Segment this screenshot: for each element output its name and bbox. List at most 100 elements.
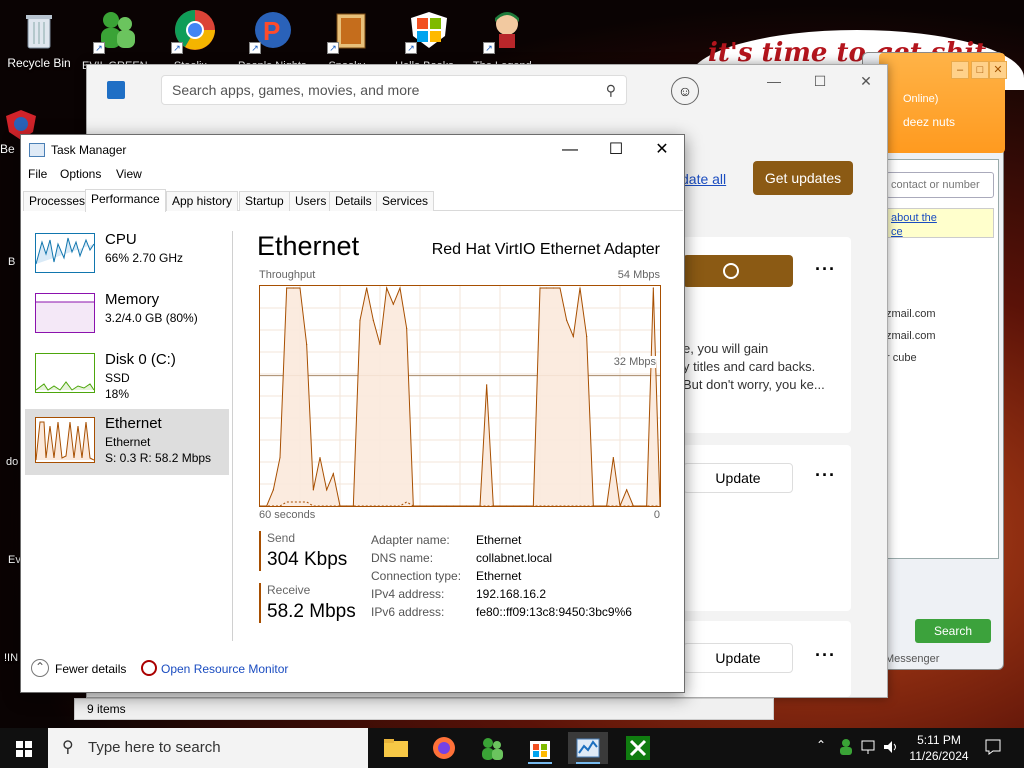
firefox-icon	[433, 737, 455, 759]
throughput-point	[272, 489, 274, 491]
throughput-point	[546, 287, 548, 289]
tab-details[interactable]: Details	[329, 191, 378, 211]
menu-view[interactable]: View	[116, 167, 142, 181]
update-button-1[interactable]: Update	[683, 463, 793, 493]
taskbar-file-explorer[interactable]	[376, 732, 416, 764]
throughput-point	[306, 343, 308, 346]
info-link[interactable]: about the ce	[886, 208, 994, 238]
tab-processes[interactable]: Processes	[23, 191, 92, 211]
info-value-dns: collabnet.local	[476, 551, 553, 565]
minimize-button[interactable]: —	[547, 139, 593, 161]
info-value-ipv6: fe80::ff09:13c8:9450:3bc9%6	[476, 605, 632, 619]
volume-icon[interactable]	[882, 738, 900, 759]
messenger-footer: Messenger	[885, 653, 940, 665]
desktop-shortcut-6[interactable]: ↗ The Legend...	[472, 4, 542, 70]
contact-search-input[interactable]: contact or number	[886, 172, 994, 198]
throughput-point	[612, 456, 614, 459]
tray-messenger-icon[interactable]	[838, 738, 854, 759]
desktop-shortcut-1[interactable]: ↗ EVIL GREEN...	[82, 4, 152, 70]
network-icon[interactable]	[860, 738, 878, 759]
taskbar-xbox[interactable]	[618, 732, 658, 764]
contact-item-3[interactable]: r cube	[886, 352, 917, 364]
throughput-point	[292, 287, 294, 289]
desktop-shortcut-4[interactable]: ↗ Spooky...	[316, 4, 386, 70]
tab-startup[interactable]: Startup	[239, 191, 290, 211]
desktop-shortcut-5[interactable]: ↗ Hello Books...	[394, 4, 464, 70]
maximize-button[interactable]: □	[971, 61, 989, 79]
close-button[interactable]: ✕	[989, 61, 1007, 79]
disk-thumbnail-graph	[35, 353, 95, 393]
taskbar-search-box[interactable]: ⚲ Type here to search	[48, 728, 368, 768]
sidebar-item-cpu[interactable]: CPU 66% 2.70 GHz	[25, 225, 229, 289]
start-button[interactable]	[0, 728, 48, 768]
task-manager-footer: ⌃ Fewer details Open Resource Monitor	[29, 657, 679, 681]
system-clock[interactable]: 5:11 PM 11/26/2024	[906, 732, 972, 764]
open-resource-monitor-link[interactable]: Open Resource Monitor	[161, 662, 288, 676]
sidebar-item-memory[interactable]: Memory 3.2/4.0 GB (80%)	[25, 285, 229, 349]
clock-time: 5:11 PM	[917, 733, 961, 747]
more-options-button[interactable]: ···	[815, 259, 836, 280]
chrome-icon: ↗	[171, 8, 217, 54]
explorer-status-bar: 9 items	[74, 698, 774, 720]
close-button[interactable]: ✕	[639, 139, 685, 161]
throughput-point	[432, 505, 434, 507]
notifications-icon[interactable]	[984, 738, 1002, 759]
tab-performance[interactable]: Performance	[85, 189, 166, 212]
maximize-button[interactable]: ☐	[805, 73, 835, 93]
throughput-point	[319, 456, 321, 459]
desktop-shortcut-3[interactable]: P↗ People Nights...	[238, 4, 308, 70]
throughput-graph: 32 Mbps	[259, 285, 661, 508]
throughput-point	[366, 287, 368, 289]
throughput-point	[386, 287, 388, 289]
chevron-up-icon[interactable]: ⌃	[31, 659, 49, 677]
account-avatar[interactable]: ☺	[671, 77, 699, 105]
contact-email-1[interactable]: zmail.com	[886, 308, 936, 320]
store-search-input[interactable]: Search apps, games, movies, and more ⚲	[161, 75, 627, 105]
zero-label: 0	[653, 509, 660, 521]
info-label-adapter: Adapter name:	[371, 533, 450, 547]
throughput-point	[472, 505, 474, 507]
title-bar[interactable]: Task Manager — ☐ ✕	[21, 135, 684, 165]
more-options-button-3[interactable]: ···	[815, 645, 836, 666]
info-value-adapter: Ethernet	[476, 533, 522, 547]
chevron-up-icon[interactable]: ⌃	[816, 738, 826, 752]
fewer-details-button[interactable]: Fewer details	[55, 662, 126, 676]
taskbar-store[interactable]	[520, 732, 560, 764]
desktop-shortcut-2[interactable]: ↗ Steelix...	[160, 4, 230, 70]
taskbar-firefox[interactable]	[424, 732, 464, 764]
task-manager-icon	[29, 143, 45, 157]
menu-options[interactable]: Options	[60, 167, 101, 181]
update-all-link[interactable]: date all	[681, 171, 726, 187]
minimize-button[interactable]: —	[759, 73, 789, 93]
menu-file[interactable]: File	[28, 167, 47, 181]
more-options-button-2[interactable]: ···	[815, 465, 836, 486]
task-manager-window[interactable]: Task Manager — ☐ ✕ File Options View Pro…	[20, 134, 685, 693]
maximize-button[interactable]: ☐	[593, 139, 639, 161]
recycle-bin-icon[interactable]: Recycle Bin	[0, 4, 78, 70]
update-button-2[interactable]: Update	[683, 643, 793, 673]
messenger-search-button[interactable]: Search	[915, 619, 991, 643]
search-icon[interactable]: ⚲	[606, 82, 616, 99]
throughput-point	[406, 327, 408, 329]
folder-icon	[384, 739, 408, 757]
tab-app-history[interactable]: App history	[166, 191, 239, 211]
taskbar-messenger[interactable]	[472, 732, 512, 764]
throughput-point	[446, 505, 448, 507]
desktop-left-label-3: do	[6, 456, 19, 468]
download-progress-button[interactable]	[683, 255, 793, 287]
contact-email-2[interactable]: zmail.com	[886, 330, 936, 342]
close-button[interactable]: ✕	[851, 73, 881, 93]
minimize-button[interactable]: –	[951, 61, 969, 79]
status-text: Online)	[903, 93, 939, 105]
taskbar: ⚲ Type here to search ⌃ 5:11 PM 11/26/20…	[0, 728, 1024, 768]
resource-monitor-icon	[141, 660, 157, 676]
sidebar-item-disk[interactable]: Disk 0 (C:) SSD 18%	[25, 345, 229, 409]
throughput-point	[566, 319, 568, 321]
get-updates-button[interactable]: Get updates	[753, 161, 853, 195]
tab-users[interactable]: Users	[289, 191, 333, 211]
character-icon: ↗	[483, 8, 529, 54]
taskbar-task-manager[interactable]	[568, 732, 608, 764]
info-label-dns: DNS name:	[371, 551, 434, 565]
tab-services[interactable]: Services	[376, 191, 435, 211]
sidebar-item-ethernet[interactable]: Ethernet Ethernet S: 0.3 R: 58.2 Mbps	[25, 409, 229, 475]
